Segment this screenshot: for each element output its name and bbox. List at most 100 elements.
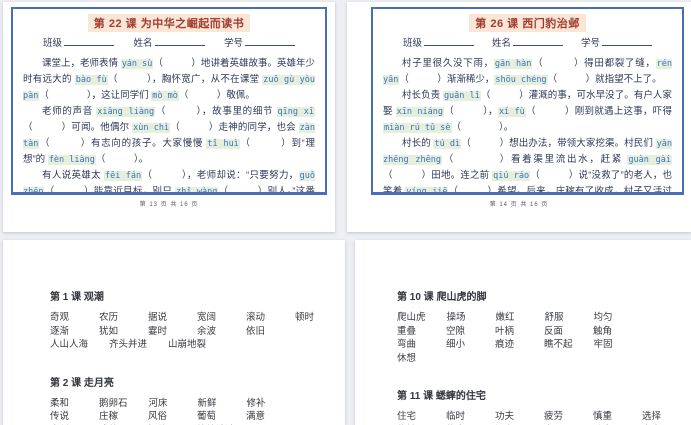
vocabulary-word: 操场 <box>446 312 466 323</box>
vocabulary-word: 嫩红 <box>495 312 515 323</box>
vocabulary-word: 山崩地裂 <box>168 339 207 350</box>
header-field: 学号 <box>224 35 295 49</box>
body-text: （ ），这让同学们 <box>39 90 152 101</box>
pinyin-chip: xí fù <box>497 107 526 117</box>
worksheet-page-lesson22[interactable]: 第 22 课 为中华之崛起而读书 班级 姓名 学号 课堂上，老师表情 yán sù（… <box>3 2 335 232</box>
blank-line <box>601 36 652 46</box>
word-row: 弯曲 细小 痕迹 瞧不起 牢固 <box>397 338 685 352</box>
header-field: 姓名 <box>492 35 563 49</box>
paragraph: 老师的声音 xiǎng liàng（ ），故事里的细节 qīng xī （ ）可闻… <box>23 104 316 168</box>
blank-line <box>513 36 563 46</box>
vocabulary-word: 选择 <box>642 411 662 422</box>
lesson-section: 第 10 课 爬山虎的脚 爬山虎 操场 嫩红 舒服 均匀 重叠 空隙 叶柄 反面 触角 弯曲 细小 痕迹 瞧… <box>397 288 685 365</box>
body-text: 有人说英雄太 <box>42 170 104 181</box>
field-label: 班级 <box>403 38 423 49</box>
worksheet-title: 第 22 课 为中华之崛起而读书 <box>87 14 251 32</box>
blank-line <box>244 36 295 46</box>
lesson-title: 第 1 课 观潮 <box>50 292 104 303</box>
pinyin-chip: xīn niáng <box>395 107 444 117</box>
blank-line <box>154 36 205 46</box>
pinyin-chip: yíng jiē <box>405 187 449 195</box>
vocabulary-word: 逐渐 <box>50 325 70 337</box>
worksheet-title-row: 第 26 课 西门豹治邺 <box>383 14 672 32</box>
pinyin-chip: tǐ huì <box>206 139 240 149</box>
worksheet-body: 村子里很久没下雨，gān hàn（ ）得田都裂了缝，rén yān（ ）渐渐稀少… <box>383 56 673 195</box>
vocabulary-word: 依旧 <box>246 325 266 337</box>
pinyin-chip: shōu chéng <box>494 75 548 85</box>
wordlist-page-lessons1-2[interactable]: 第 1 课 观潮 奇观 农历 据说 宽阔 滚动 顿时 逐渐 犹如 霎时 余波 依旧 人山人海 齐头并进 山崩… <box>3 240 345 425</box>
vocabulary-word: 爬山虎 <box>397 312 426 323</box>
lesson-section: 第 1 课 观潮 奇观 农历 据说 宽阔 滚动 顿时 逐渐 犹如 霎时 余波 依旧 人山人海 齐头并进 山崩… <box>50 288 339 352</box>
vocabulary-word: 余波 <box>197 325 217 337</box>
vocabulary-word: 人山人海 <box>50 339 89 350</box>
vocabulary-word: 触角 <box>593 325 613 337</box>
word-row: 奇观 农历 据说 宽阔 滚动 顿时 <box>50 311 339 325</box>
vocabulary-word: 反面 <box>544 325 564 337</box>
student-info-row: 班级 姓名 学号 <box>23 35 315 49</box>
word-row: 住宅 临时 功夫 疲劳 慎重 选择 <box>397 410 685 424</box>
vocabulary-word: 叶柄 <box>495 325 515 337</box>
vocabulary-word: 细小 <box>446 339 466 350</box>
page-number-footer: 第 13 页 共 16 页 <box>139 202 199 208</box>
vocabulary-word: 临时 <box>446 411 466 422</box>
body-text: （ ）能靠近目标，别只 <box>44 186 176 195</box>
lesson-title: 第 10 课 爬山虎的脚 <box>397 292 487 303</box>
pinyin-chip: fèn liàng <box>47 155 96 165</box>
vocabulary-word: 宽阔 <box>197 312 217 323</box>
vocabulary-word: 据说 <box>148 312 168 323</box>
vocabulary-word: 空隙 <box>446 325 466 337</box>
worksheet-border-box: 第 22 课 为中华之崛起而读书 班级 姓名 学号 课堂上，老师表情 yán sù（… <box>11 7 327 195</box>
header-field: 学号 <box>581 35 652 49</box>
body-text: （ ）就指望不上了。 <box>547 74 662 85</box>
pinyin-chip: guǎn lǐ <box>442 91 481 101</box>
field-label: 班级 <box>43 38 63 49</box>
field-label: 姓名 <box>133 38 153 49</box>
body-text: （ ）渐渐稀少， <box>399 74 495 85</box>
header-field: 姓名 <box>133 35 205 49</box>
field-label: 姓名 <box>491 38 511 49</box>
paragraph: 村子里很久没下雨，gān hàn（ ）得田都裂了缝，rén yān（ ）渐渐稀少… <box>383 56 672 88</box>
vocabulary-word: 瞧不起 <box>544 339 573 350</box>
vocabulary-word: 均匀 <box>593 312 613 323</box>
vocabulary-word: 奇观 <box>50 312 70 323</box>
paragraph: 课堂上，老师表情 yán sù（ ）地讲着英雄故事。英雄年少时有远大的 bào … <box>23 56 315 104</box>
body-text: 村长的 <box>402 138 434 149</box>
vocabulary-word: 柔和 <box>50 397 70 409</box>
vocabulary-word: 顿时 <box>295 312 315 323</box>
worksheet-body: 课堂上，老师表情 yán sù（ ）地讲着英雄故事。英雄年少时有远大的 bào … <box>23 56 316 195</box>
pinyin-chip: mò mò <box>151 91 179 101</box>
vocabulary-word: 痕迹 <box>495 339 515 350</box>
body-text: （ ）， <box>443 106 498 117</box>
pinyin-chip: qīng xī <box>276 107 316 117</box>
vocabulary-word: 葡萄 <box>197 411 217 422</box>
worksheet-title-row: 第 22 课 为中华之崛起而读书 <box>23 14 315 32</box>
page-number-footer: 第 14 页 共 16 页 <box>489 202 549 208</box>
vocabulary-word: 风俗 <box>148 411 168 422</box>
body-text: 村长负责 <box>402 90 443 101</box>
worksheet-page-lesson26[interactable]: 第 26 课 西门豹治邺 班级 姓名 学号 村子里很久没下雨，gān hàn（ ）得… <box>347 2 691 232</box>
student-info-row: 班级 姓名 学号 <box>383 35 672 49</box>
vocabulary-word: 传说 <box>50 411 70 422</box>
word-row: 爬山虎 操场 嫩红 舒服 均匀 <box>397 311 685 325</box>
vocabulary-word: 霎时 <box>148 325 168 337</box>
wordlist-page-lessons10-11[interactable]: 第 10 课 爬山虎的脚 爬山虎 操场 嫩红 舒服 均匀 重叠 空隙 叶柄 反面 触角 弯曲 细小 痕迹 瞧… <box>355 240 691 425</box>
vocabulary-word: 河床 <box>148 397 168 409</box>
body-text: （ ）田地。连之前 <box>383 170 493 181</box>
vocabulary-word: 鹅卵石 <box>99 397 128 409</box>
pinyin-chip: gān hàn <box>493 59 533 69</box>
lesson-section: 第 11 课 蟋蟀的住宅住宅临时功夫疲劳慎重选择住址优良洞穴大厅卧室专家即使平整… <box>397 387 685 425</box>
vocabulary-word: 功夫 <box>495 411 515 422</box>
vocabulary-word: 休想 <box>397 352 417 364</box>
body-text: （ ）走神的同学，也会 <box>170 122 299 133</box>
worksheet-title: 第 26 课 西门豹治邺 <box>469 14 586 32</box>
pinyin-chip: qiú ráo <box>492 171 531 181</box>
vocabulary-word: 弯曲 <box>397 339 417 350</box>
pinyin-chip: zhǐ wàng <box>175 187 219 195</box>
vocabulary-word: 舒服 <box>544 312 564 323</box>
body-text: （ ），故事里的细节 <box>155 106 277 117</box>
lesson-section: 第 2 课 走月亮柔和鹅卵石河床新鲜修补传说庄稼风俗葡萄满意水稻成熟招待坑坑洼洼 <box>50 374 339 425</box>
lesson-title: 第 11 课 蟋蟀的住宅 <box>397 391 486 402</box>
paragraph: 村长负责 guǎn lǐ（ ）灌溉的事，可水早没了。有户人家娶 xīn nián… <box>383 88 672 136</box>
paragraph: 有人说英雄太 fēi fán（ ），老师却说：“只要努力，guǒ zhēn（ ）… <box>23 168 316 195</box>
vocabulary-word: 牢固 <box>593 339 613 350</box>
